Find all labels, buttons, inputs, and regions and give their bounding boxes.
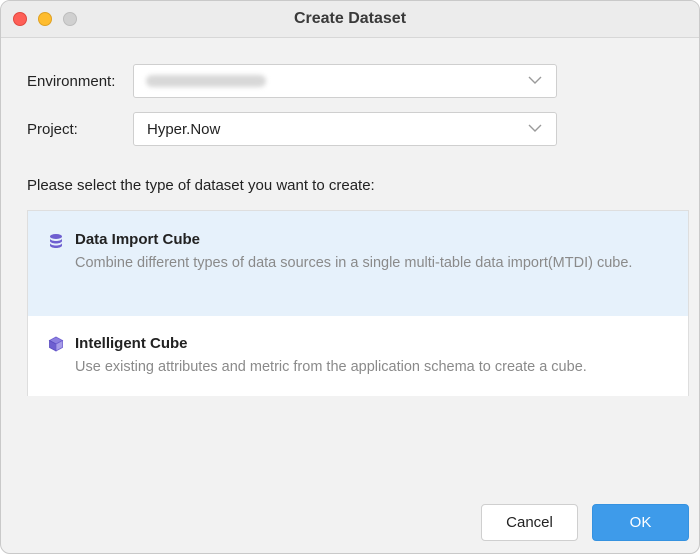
database-icon (50, 234, 62, 248)
chevron-down-icon (528, 124, 542, 132)
environment-redacted-value (146, 75, 266, 87)
title-bar: Create Dataset (1, 1, 699, 38)
create-dataset-dialog: Create Dataset Environment: Project: Hyp… (0, 0, 700, 554)
dataset-type-prompt: Please select the type of dataset you wa… (27, 177, 375, 194)
chevron-down-icon (528, 76, 542, 84)
project-select[interactable]: Hyper.Now (133, 112, 557, 146)
option-data-import-cube[interactable]: Data Import Cube Combine different types… (28, 211, 688, 317)
option-title: Data Import Cube (75, 231, 201, 248)
option-title: Intelligent Cube (75, 335, 188, 352)
cancel-button[interactable]: Cancel (481, 504, 578, 541)
environment-select[interactable] (133, 64, 557, 98)
cube-icon (48, 336, 64, 352)
option-description: Combine different types of data sources … (75, 255, 633, 271)
project-label: Project: (27, 121, 78, 138)
environment-label: Environment: (27, 73, 116, 90)
dialog-title: Create Dataset (293, 10, 407, 27)
option-description: Use existing attributes and metric from … (75, 359, 587, 375)
dataset-type-list: Data Import Cube Combine different types… (27, 210, 689, 396)
option-intelligent-cube[interactable]: Intelligent Cube Use existing attributes… (28, 316, 688, 396)
ok-button[interactable]: OK (592, 504, 689, 541)
project-value: Hyper.Now (147, 121, 221, 138)
